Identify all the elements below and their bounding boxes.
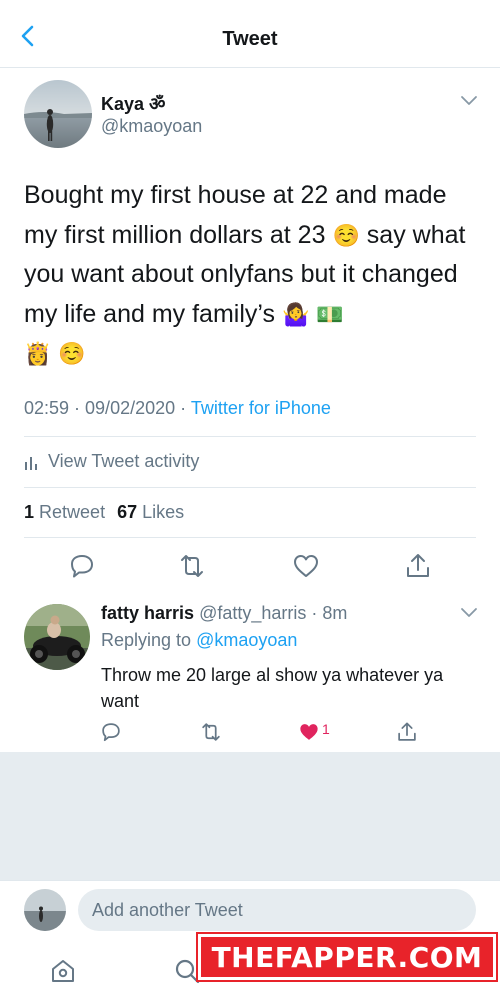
shrug-emoji: 🤷‍♀️ [281,301,310,327]
retweet-icon[interactable] [200,721,222,743]
chevron-down-icon[interactable] [460,606,478,620]
reply-actions: 1 [0,718,500,746]
reply-like-count: 1 [322,721,330,737]
princess-emoji: 👸 [24,341,52,366]
divider [24,487,476,488]
share-icon[interactable] [404,552,432,580]
tweet-text: Bought my first house at 22 and made my … [24,176,484,374]
reply-author[interactable]: fatty harris @fatty_harris · 8m [101,603,347,624]
tweet-actions [0,546,500,586]
retweet-icon[interactable] [178,552,206,580]
watermark-text: THEFAPPER.COM [211,940,483,974]
like-count[interactable]: 67 [117,502,137,522]
author-handle[interactable]: @kmaoyoan [101,116,202,137]
retweet-label[interactable]: Retweet [39,502,105,522]
empty-area [0,752,500,880]
activity-label: View Tweet activity [48,451,200,471]
tweet-timestamp: 02:59 · 09/02/2020 · [24,398,191,418]
engagement-stats: 1 Retweet 67 Likes [24,502,184,523]
reply-icon[interactable] [68,552,96,580]
share-icon[interactable] [396,721,418,743]
reply-icon[interactable] [100,721,122,743]
money-emoji: 💵 [316,301,344,327]
home-icon[interactable] [48,956,78,986]
avatar [24,889,66,931]
author-name[interactable]: Kaya ॐ [101,92,165,116]
reply-author-name: fatty harris [101,603,195,623]
chevron-down-icon[interactable] [460,94,478,108]
smiling-emoji: ☺️ [58,341,86,366]
page-title: Tweet [222,28,278,50]
replying-to: Replying to @kmaoyoan [101,630,297,651]
like-label[interactable]: Likes [142,502,184,522]
divider [24,436,476,437]
smiling-emoji: ☺️ [332,222,360,248]
replying-to-link[interactable]: @kmaoyoan [196,630,297,650]
tweet-source-link[interactable]: Twitter for iPhone [191,398,331,418]
avatar[interactable] [24,604,90,670]
reply-author-handle: @fatty_harris · 8m [199,603,348,623]
reply-tweet[interactable]: fatty harris @fatty_harris · 8m Replying… [0,590,500,752]
avatar[interactable] [24,80,92,148]
heart-icon[interactable] [292,552,320,580]
reply-text: Throw me 20 large al show ya whatever ya… [101,665,444,711]
reply-composer [0,880,500,942]
watermark-logo: THEFAPPER.COM [198,934,496,980]
heart-filled-icon[interactable] [298,721,320,743]
tweet-meta: 02:59 · 09/02/2020 · Twitter for iPhone [24,398,331,419]
add-tweet-input[interactable] [78,889,476,931]
replying-prefix: Replying to [101,630,197,650]
bar-chart-icon [25,456,37,470]
retweet-count[interactable]: 1 [24,502,34,522]
divider [24,537,476,538]
view-activity-link[interactable]: View Tweet activity [24,451,199,472]
nav-bar: Tweet [0,0,500,68]
